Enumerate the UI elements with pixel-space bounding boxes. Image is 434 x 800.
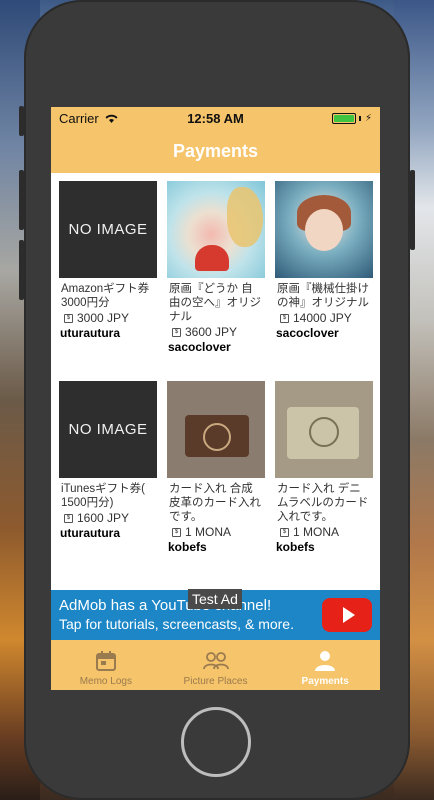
tab-label: Payments [301,676,349,687]
payment-item[interactable]: 原画『どうか 自 由の空へ』オリジ ナル $ 3600 JPY sacoclov… [167,181,265,354]
clock: 12:58 AM [187,110,244,126]
tab-bar: Memo Logs Picture Places Payments [51,640,380,690]
item-title-line: カード入れ デニ [277,483,361,495]
people-icon [202,648,229,674]
no-image-placeholder: NO IMAGE [59,381,157,478]
item-price: 3000 JPY [77,311,130,325]
tab-payments[interactable]: Payments [270,640,380,690]
price-row: $ 3000 JPY [59,311,157,325]
item-title-line: ナル [169,311,192,323]
item-title-line: です。 [169,511,203,523]
item-price: 1 MONA [185,525,232,539]
coin-icon: $ [172,327,181,337]
no-image-text: NO IMAGE [68,221,148,238]
item-price: 3600 JPY [185,325,238,339]
coin-icon: $ [280,527,289,537]
tab-picture-places[interactable]: Picture Places [161,640,271,690]
battery-icon [331,112,356,124]
item-title: 原画『どうか 自 由の空へ』オリジ ナル [167,282,265,324]
item-title: カード入れ 合成 皮革のカード入れ です。 [167,482,265,524]
volume-up-button [19,170,24,230]
price-row: $ 3600 JPY [167,325,265,339]
coin-icon: $ [280,313,289,323]
no-image-text: NO IMAGE [68,421,148,438]
artwork-hat-shape [195,245,229,271]
item-title: カード入れ デニ ムラベルのカード 入れです。 [275,482,373,524]
artwork-face-shape [305,209,343,251]
item-seller: sacoclover [168,340,231,354]
item-title-line: Amazonギフト券 [61,283,150,295]
page-title: Payments [172,140,259,161]
battery-tip [358,115,361,121]
payment-item[interactable]: 原画『機械仕掛け の神』オリジナル $ 14000 JPY sacoclover [275,181,373,340]
item-title-line: 原画『どうか 自 [169,283,253,295]
calendar-icon [95,648,117,674]
artwork-thumbnail [167,181,265,278]
item-title-line: ムラベルのカード [277,497,369,509]
item-seller: kobefs [168,540,207,554]
leather-card-case-thumbnail [167,381,265,478]
item-title-line: 由の空へ』オリジ [169,297,261,309]
artwork-hair-shape [227,187,263,247]
item-price: 14000 JPY [293,311,352,325]
emblem-shape [203,423,231,451]
volume-down-button [19,240,24,300]
payment-item[interactable]: カード入れ 合成 皮革のカード入れ です。 $ 1 MONA kobefs [167,381,265,554]
price-row: $ 1 MONA [167,525,265,539]
charging-icon: ⚡ [364,112,372,124]
emblem-shape [309,417,339,447]
coin-icon: $ [64,513,73,523]
power-button [410,170,415,250]
item-seller: kobefs [276,540,315,554]
no-image-placeholder: NO IMAGE [59,181,157,278]
item-title-line: 1500円分) [61,497,114,509]
mute-switch [19,106,24,136]
tab-label: Picture Places [183,676,248,687]
item-seller: uturautura [60,526,120,540]
wifi-icon [105,114,118,123]
payment-item[interactable]: NO IMAGE iTunesギフト券( 1500円分) $ 1600 JPY … [59,381,157,540]
item-title: iTunesギフト券( 1500円分) [59,482,157,510]
tab-memo-logs[interactable]: Memo Logs [51,640,161,690]
navigation-bar: Payments [51,129,380,173]
item-title: Amazonギフト券 3000円分 [59,282,157,310]
payment-item[interactable]: NO IMAGE Amazonギフト券 3000円分 $ 3000 JPY ut… [59,181,157,340]
item-title-line: 皮革のカード入れ [169,497,261,509]
item-title-line: 原画『機械仕掛け [277,283,369,295]
item-title-line: カード入れ 合成 [169,483,253,495]
item-seller: sacoclover [276,326,339,340]
item-price: 1600 JPY [77,511,130,525]
item-title-line: の神』オリジナル [277,297,369,309]
coin-icon: $ [172,527,181,537]
item-seller: uturautura [60,326,120,340]
test-ad-label: Test Ad [188,589,242,609]
price-row: $ 14000 JPY [275,311,373,325]
tab-label: Memo Logs [79,676,132,687]
youtube-play-icon[interactable] [322,598,372,632]
app-screen: Carrier 12:58 AM ⚡ Payments NO IMAGE Ama… [51,107,380,690]
carrier-label: Carrier [59,110,99,126]
person-icon [313,648,337,674]
item-title-line: 3000円分 [61,297,110,309]
item-title: 原画『機械仕掛け の神』オリジナル [275,282,373,310]
payments-grid: NO IMAGE Amazonギフト券 3000円分 $ 3000 JPY ut… [51,173,380,589]
status-bar: Carrier 12:58 AM ⚡ [51,107,380,129]
denim-card-case-thumbnail [275,381,373,478]
artwork-thumbnail [275,181,373,278]
coin-icon: $ [64,313,73,323]
home-button[interactable] [181,707,251,777]
price-row: $ 1600 JPY [59,511,157,525]
payment-item[interactable]: カード入れ デニ ムラベルのカード 入れです。 $ 1 MONA kobefs [275,381,373,554]
item-price: 1 MONA [293,525,340,539]
item-title-line: 入れです。 [277,511,334,523]
price-row: $ 1 MONA [275,525,373,539]
item-title-line: iTunesギフト券( [61,483,145,495]
